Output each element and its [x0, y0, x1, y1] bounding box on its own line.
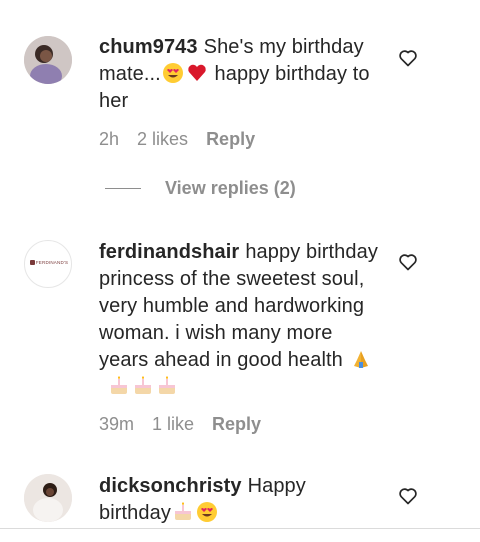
comment-time: 39m — [99, 414, 135, 434]
birthday-cake-emoji — [159, 376, 175, 394]
view-replies-label[interactable]: View replies (2) — [165, 178, 296, 199]
avatar[interactable]: FERDINAND'S — [24, 240, 72, 288]
reply-button[interactable]: Reply — [206, 129, 255, 150]
avatar[interactable] — [24, 36, 72, 84]
birthday-cake-emoji — [111, 376, 127, 394]
logo-mark-icon — [29, 260, 35, 265]
red-heart-emoji — [188, 64, 206, 81]
comment-likes[interactable]: 1 like — [152, 414, 194, 435]
comment-meta: 39m 1 like Reply — [99, 414, 261, 435]
comment-text: ferdinandshair happy birthday princess of… — [99, 239, 379, 401]
comment-meta: 2h 2 likes Reply — [99, 129, 255, 150]
bottom-divider — [0, 528, 480, 529]
comment-time: 2h — [99, 129, 120, 149]
comment-text: dicksonchristy Happy birthday — [99, 473, 379, 527]
heart-eyes-emoji — [196, 502, 217, 522]
comment-text: chum9743 She's my birthday mate... happy … — [99, 34, 379, 115]
heart-outline-icon[interactable] — [398, 48, 418, 68]
comment-likes[interactable]: 2 likes — [137, 129, 188, 150]
reply-button[interactable]: Reply — [212, 414, 261, 435]
birthday-cake-emoji — [174, 502, 191, 520]
comment-username[interactable]: dicksonchristy — [99, 475, 242, 497]
replies-divider — [105, 188, 141, 189]
avatar-photo — [24, 474, 72, 522]
comment-username[interactable]: ferdinandshair — [99, 241, 239, 263]
comment-username[interactable]: chum9743 — [99, 36, 198, 58]
view-replies-button[interactable]: View replies (2) — [105, 178, 296, 199]
heart-outline-icon[interactable] — [398, 252, 418, 272]
avatar-logo: FERDINAND'S — [29, 260, 69, 265]
birthday-cake-emoji — [135, 376, 151, 394]
avatar[interactable] — [24, 474, 72, 522]
heart-outline-icon[interactable] — [398, 486, 418, 506]
avatar-photo — [24, 36, 72, 84]
heart-eyes-emoji — [162, 63, 183, 83]
avatar-logo-text: FERDINAND'S — [35, 260, 69, 265]
folded-hands-emoji — [353, 351, 368, 368]
